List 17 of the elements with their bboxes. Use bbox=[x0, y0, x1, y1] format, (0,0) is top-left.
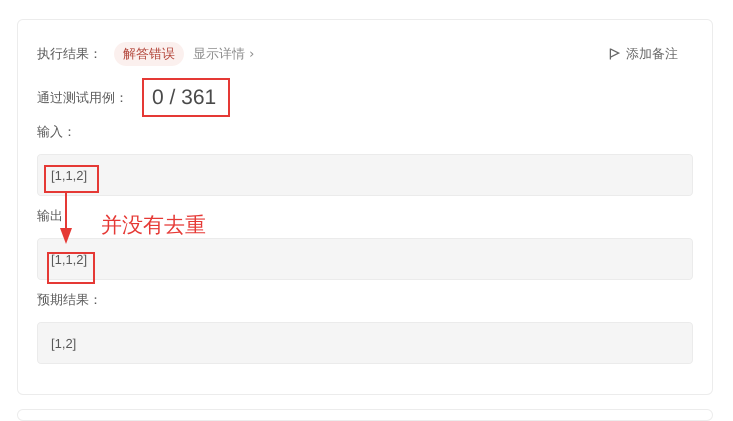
result-label: 执行结果： bbox=[37, 46, 102, 63]
details-link[interactable]: 显示详情 › bbox=[193, 45, 254, 63]
down-arrow bbox=[60, 192, 72, 244]
add-note-button[interactable]: 添加备注 bbox=[609, 45, 678, 63]
annotation-text: 并没有去重 bbox=[101, 212, 206, 239]
status-badge: 解答错误 bbox=[114, 42, 184, 66]
highlight-frame bbox=[44, 165, 99, 193]
flag-icon bbox=[609, 47, 620, 61]
passed-label: 通过测试用例： bbox=[37, 90, 128, 107]
passed-count: 0 / 361 bbox=[152, 86, 216, 110]
value-box: [1,2] bbox=[37, 322, 693, 364]
field-label: 输入： bbox=[37, 124, 76, 142]
field-label: 预期结果： bbox=[37, 292, 102, 310]
field-label: 输出 bbox=[37, 208, 63, 226]
value-box: [1,1,2] bbox=[37, 238, 693, 280]
value-box: [1,1,2] bbox=[37, 154, 693, 196]
highlight-frame bbox=[47, 252, 95, 284]
